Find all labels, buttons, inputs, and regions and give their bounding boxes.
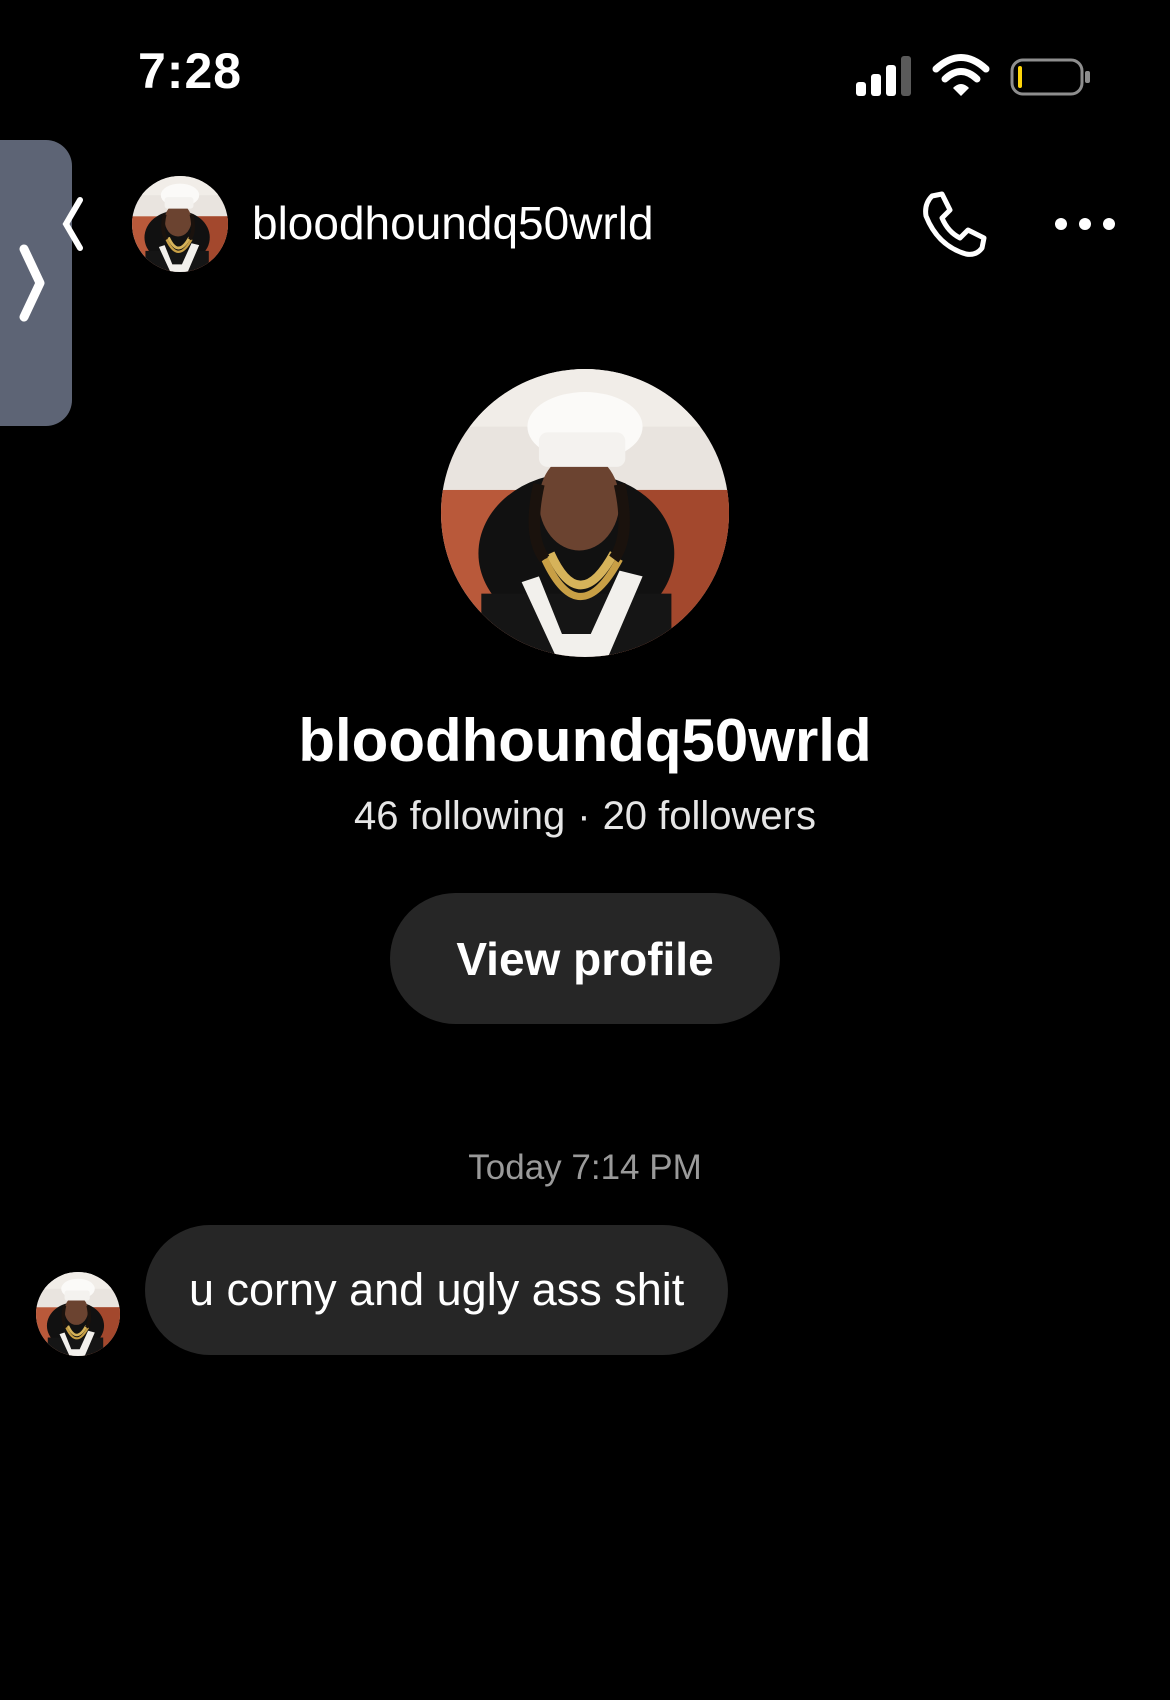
chevron-left-icon[interactable] xyxy=(60,196,84,252)
cellular-signal-icon xyxy=(856,56,911,96)
stats-separator: · xyxy=(577,794,591,838)
header-username[interactable]: bloodhoundq50wrld xyxy=(252,196,654,250)
battery-low-icon xyxy=(1010,58,1090,96)
profile-username: bloodhoundq50wrld xyxy=(298,707,872,774)
message-sender-avatar[interactable] xyxy=(36,1272,120,1356)
message-timestamp: Today 7:14 PM xyxy=(468,1148,702,1187)
wifi-icon xyxy=(932,54,990,96)
message-text: u corny and ugly ass shit xyxy=(189,1264,685,1315)
more-horizontal-icon[interactable] xyxy=(1054,210,1116,238)
following-count: 46 following xyxy=(353,794,566,838)
status-time: 7:28 xyxy=(138,43,243,99)
message-bubble[interactable]: u corny and ugly ass shit xyxy=(145,1225,729,1355)
header-avatar[interactable] xyxy=(132,176,228,272)
profile-avatar[interactable] xyxy=(441,369,729,657)
view-profile-button[interactable]: View profile xyxy=(390,893,780,1024)
followers-count: 20 followers xyxy=(602,794,816,838)
chevron-right-icon xyxy=(19,244,45,322)
side-expand-tab[interactable] xyxy=(0,140,72,426)
profile-stats: 46 following · 20 followers xyxy=(0,794,1170,839)
phone-icon[interactable] xyxy=(918,190,988,260)
